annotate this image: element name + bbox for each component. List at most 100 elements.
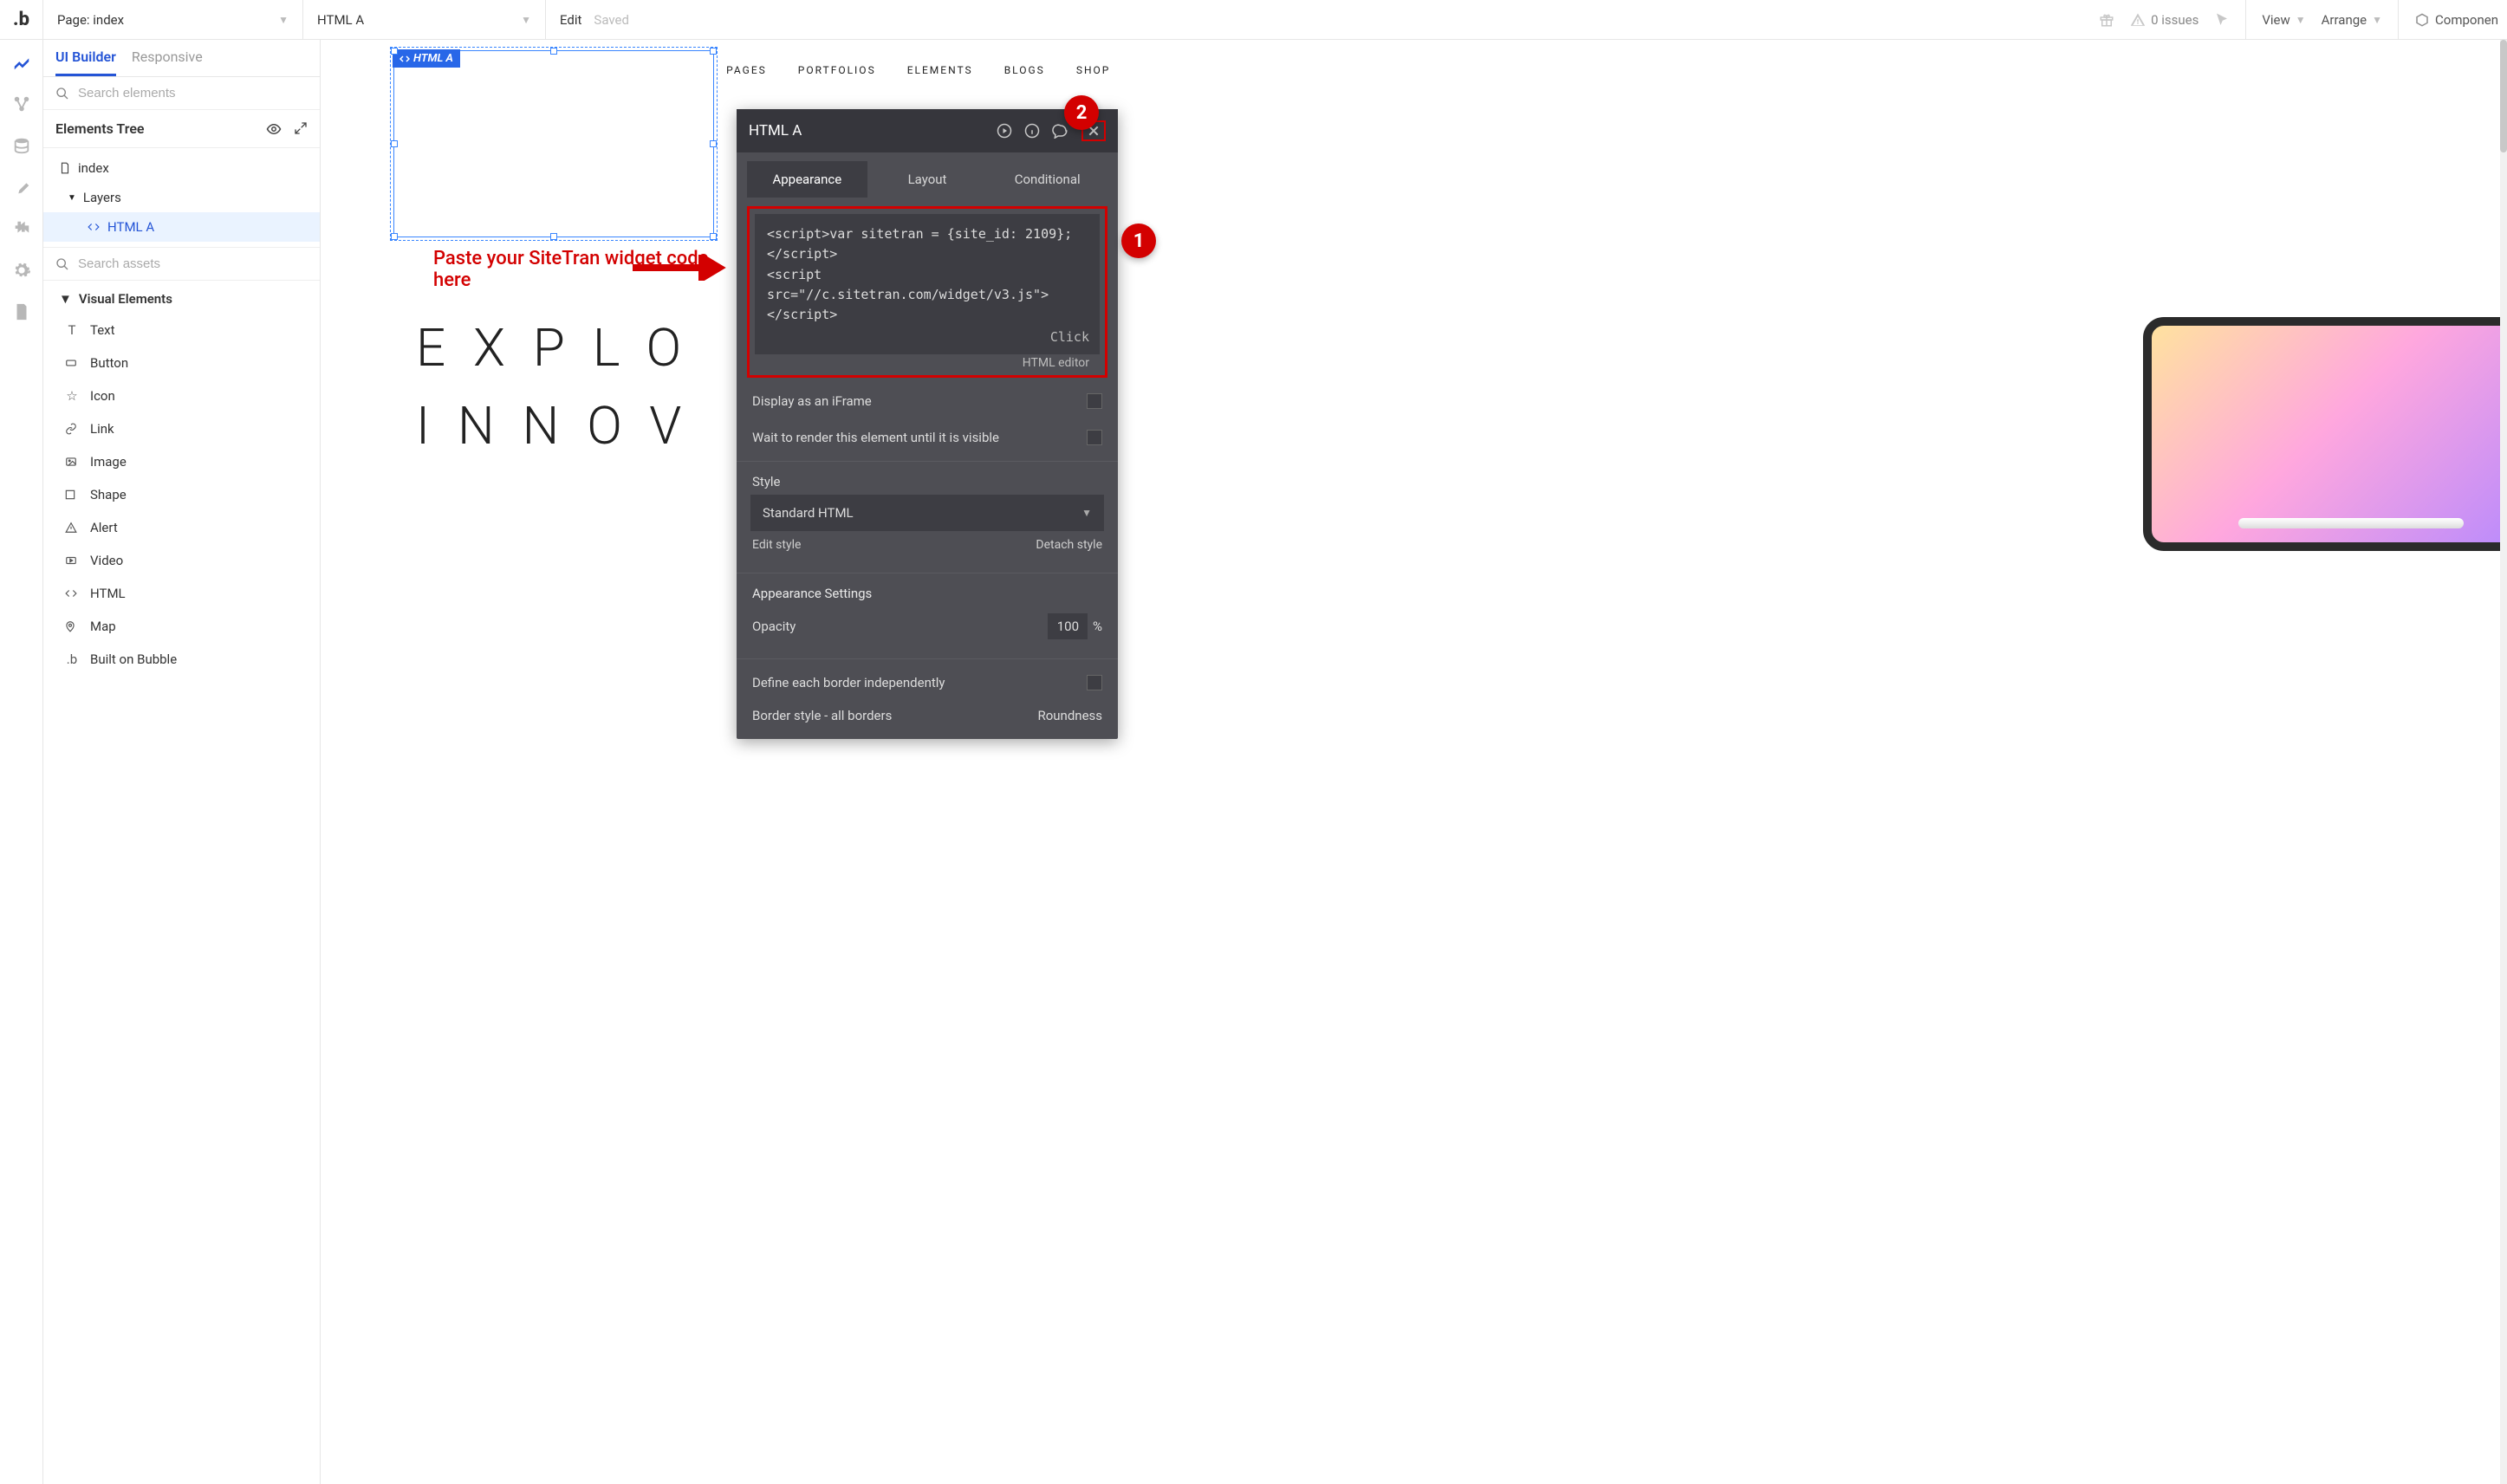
workflow-tab-icon[interactable] [11, 94, 32, 114]
hero-text-line2: INNOV [416, 395, 709, 457]
components-button[interactable]: Componen [2414, 12, 2498, 28]
style-label: Style [737, 467, 1118, 489]
sidepanel-tabs: UI Builder Responsive [43, 40, 320, 77]
palette-button[interactable]: Button [43, 347, 320, 379]
app-logo[interactable]: .b [0, 0, 43, 39]
tab-layout[interactable]: Layout [867, 161, 988, 198]
view-menu[interactable]: View ▼ [2262, 12, 2305, 28]
elements-palette: TText Button ☆Icon Link Image Shape Aler… [43, 314, 320, 693]
opacity-input[interactable]: 100 [1048, 613, 1088, 639]
palette-link[interactable]: Link [43, 412, 320, 445]
annotation-arrow-icon [633, 255, 745, 281]
gift-icon[interactable] [2099, 12, 2114, 28]
button-icon [64, 357, 80, 369]
palette-icon[interactable]: ☆Icon [43, 379, 320, 412]
plugins-tab-icon[interactable] [11, 218, 32, 239]
html-code-field[interactable]: <script>var sitetran = {site_id: 2109};<… [755, 214, 1100, 354]
detach-style-link[interactable]: Detach style [1036, 538, 1102, 552]
scrollbar-thumb[interactable] [2500, 40, 2507, 152]
selected-element-name: HTML A [317, 12, 364, 28]
caret-down-icon: ▼ [68, 193, 76, 203]
resize-handle[interactable] [391, 140, 398, 147]
page-label-prefix: Page: [57, 12, 93, 28]
palette-html[interactable]: HTML [43, 577, 320, 610]
text-icon: T [64, 322, 80, 338]
nav-blogs[interactable]: BLOGS [1004, 64, 1045, 76]
video-icon [64, 554, 80, 567]
nav-portfolios[interactable]: PORTFOLIOS [798, 64, 876, 76]
search-assets-input[interactable] [78, 256, 308, 271]
arrange-menu[interactable]: Arrange ▼ [2322, 12, 2382, 28]
settings-tab-icon[interactable] [11, 260, 32, 281]
code-icon [64, 587, 80, 599]
topbar: .b Page: index ▼ HTML A ▼ Edit Saved 0 i… [0, 0, 2507, 40]
cursor-icon[interactable] [2214, 12, 2230, 28]
expand-icon[interactable] [294, 121, 308, 137]
canvas-scrollbar[interactable] [2500, 40, 2507, 1484]
stylus-mockup [2238, 518, 2464, 528]
search-elements-row [43, 77, 320, 110]
palette-shape[interactable]: Shape [43, 478, 320, 511]
nav-shop[interactable]: SHOP [1076, 64, 1111, 76]
search-elements-input[interactable] [78, 86, 308, 100]
styles-tab-icon[interactable] [11, 177, 32, 198]
resize-handle[interactable] [550, 48, 557, 55]
pin-icon [64, 619, 80, 633]
edit-style-link[interactable]: Edit style [752, 538, 801, 552]
resize-handle[interactable] [391, 48, 398, 55]
tab-responsive[interactable]: Responsive [132, 49, 203, 76]
tablet-mockup [2143, 317, 2507, 551]
resize-handle[interactable] [710, 48, 717, 55]
wait-render-checkbox[interactable] [1087, 430, 1102, 445]
eye-icon[interactable] [266, 121, 282, 137]
main: UI Builder Responsive Elements Tree inde… [0, 40, 2507, 1484]
nav-pages[interactable]: PAGES [726, 64, 767, 76]
resize-handle[interactable] [710, 140, 717, 147]
property-panel-header[interactable]: HTML A [737, 109, 1118, 152]
annotation-callout-1: 1 [1121, 224, 1156, 258]
tab-ui-builder[interactable]: UI Builder [55, 49, 116, 76]
design-tab-icon[interactable] [11, 52, 32, 73]
palette-alert[interactable]: Alert [43, 511, 320, 544]
style-select[interactable]: Standard HTML ▼ [750, 495, 1104, 531]
tab-appearance[interactable]: Appearance [747, 161, 867, 198]
html-editor-link[interactable]: HTML editor [755, 356, 1100, 370]
issues-indicator[interactable]: 0 issues [2130, 12, 2198, 28]
hero-text-line1: EXPLO [416, 317, 709, 379]
palette-map[interactable]: Map [43, 610, 320, 643]
star-icon: ☆ [64, 388, 80, 404]
tree-html-a[interactable]: HTML A [43, 212, 320, 242]
data-tab-icon[interactable] [11, 135, 32, 156]
tree-page-index[interactable]: index [43, 153, 320, 183]
canvas[interactable]: HOME PAGES PORTFOLIOS ELEMENTS BLOGS SHO… [321, 40, 2507, 1484]
palette-video[interactable]: Video [43, 544, 320, 577]
tree-layers[interactable]: ▼ Layers [43, 183, 320, 212]
iframe-checkbox[interactable] [1087, 393, 1102, 409]
search-icon [55, 87, 69, 100]
palette-image[interactable]: Image [43, 445, 320, 478]
chevron-down-icon: ▼ [2296, 14, 2306, 26]
tab-conditional[interactable]: Conditional [987, 161, 1107, 198]
elements-tree-header: Elements Tree [43, 110, 320, 148]
resize-handle[interactable] [391, 233, 398, 240]
comment-icon[interactable] [1052, 123, 1069, 139]
palette-built-on-bubble[interactable]: .bBuilt on Bubble [43, 643, 320, 676]
visual-elements-header[interactable]: ▼ Visual Elements [43, 281, 320, 314]
resize-handle[interactable] [710, 233, 717, 240]
nav-elements[interactable]: ELEMENTS [907, 64, 973, 76]
page-selector[interactable]: Page: index ▼ [43, 0, 303, 39]
define-border-checkbox[interactable] [1087, 675, 1102, 690]
search-assets-row [43, 247, 320, 281]
property-panel[interactable]: HTML A Appearance Layout Conditional <sc… [737, 109, 1118, 739]
palette-text[interactable]: TText [43, 314, 320, 347]
resize-handle[interactable] [550, 233, 557, 240]
edit-label[interactable]: Edit [560, 12, 581, 28]
border-style-row: Border style - all borders Roundness [737, 701, 1118, 730]
logs-tab-icon[interactable] [11, 301, 32, 322]
selected-html-element[interactable]: HTML A [393, 50, 714, 237]
play-icon[interactable] [997, 123, 1012, 139]
info-icon[interactable] [1024, 123, 1040, 139]
selection-tag: HTML A [393, 49, 460, 68]
element-selector[interactable]: HTML A ▼ [303, 0, 546, 39]
bubble-icon: .b [64, 651, 80, 667]
